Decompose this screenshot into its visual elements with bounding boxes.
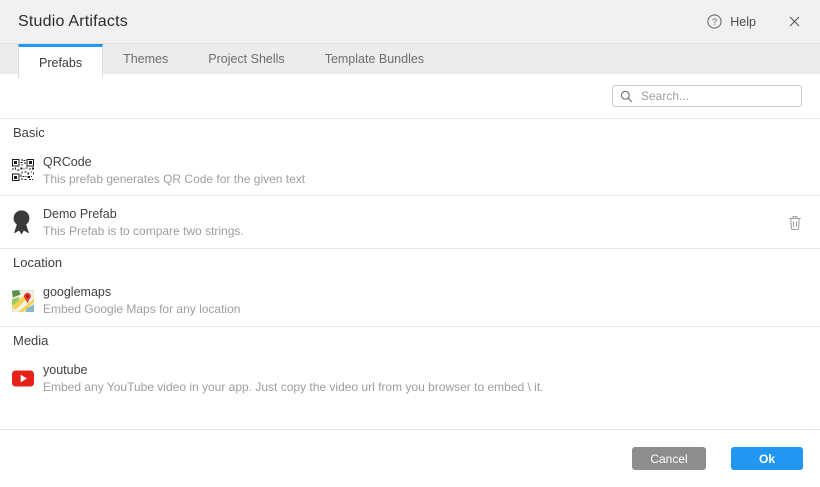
item-text: Demo Prefab This Prefab is to compare tw… <box>43 207 244 238</box>
help-button[interactable]: ? Help <box>707 14 756 29</box>
page-title: Studio Artifacts <box>18 12 128 30</box>
googlemaps-icon <box>12 289 36 312</box>
section-header-location: Location <box>13 254 63 270</box>
item-description: Embed Google Maps for any location <box>43 302 241 316</box>
qrcode-icon <box>12 159 36 181</box>
item-title: QRCode <box>43 154 92 169</box>
item-title: googlemaps <box>43 285 112 299</box>
section-header-media: Media <box>13 332 49 348</box>
item-title: youtube <box>43 362 88 377</box>
dialog-footer: Cancel Ok <box>0 429 820 487</box>
tab-bar: Prefabs Themes Project Shells Template B… <box>0 44 820 78</box>
item-description: This prefab generates QR Code for the gi… <box>43 171 306 186</box>
section-header-basic: Basic <box>13 124 45 140</box>
cancel-button[interactable]: Cancel <box>632 447 706 470</box>
ok-button[interactable]: Ok <box>731 447 803 470</box>
close-button[interactable] <box>786 14 802 30</box>
delete-prefab-button[interactable] <box>786 212 804 232</box>
item-text: youtube Embed any YouTube video in your … <box>43 363 544 394</box>
tab-prefabs[interactable]: Prefabs <box>18 44 104 78</box>
list-item-qrcode[interactable]: QRCode This prefab generates QR Code for… <box>0 145 820 195</box>
studio-artifacts-dialog: Studio Artifacts ? Help Prefabs Themes P… <box>0 0 820 487</box>
youtube-icon <box>12 370 36 387</box>
tab-themes[interactable]: Themes <box>103 44 188 74</box>
tab-template-bundles[interactable]: Template Bundles <box>305 44 444 74</box>
search-input[interactable] <box>639 88 794 104</box>
trash-icon <box>788 214 802 230</box>
search-box[interactable] <box>612 85 802 107</box>
item-text: googlemaps Embed Google Maps for any loc… <box>43 285 240 316</box>
list-item-demo-prefab[interactable]: Demo Prefab This Prefab is to compare tw… <box>0 196 820 248</box>
help-label: Help <box>730 14 756 29</box>
tab-project-shells[interactable]: Project Shells <box>188 44 304 74</box>
item-title: Demo Prefab <box>43 206 117 221</box>
item-text: QRCode This prefab generates QR Code for… <box>43 155 305 186</box>
ribbon-icon <box>12 209 36 236</box>
svg-text:?: ? <box>712 17 717 28</box>
list-item-youtube[interactable]: youtube Embed any YouTube video in your … <box>0 353 820 403</box>
item-description: Embed any YouTube video in your app. Jus… <box>43 379 544 394</box>
list-item-googlemaps[interactable]: googlemaps Embed Google Maps for any loc… <box>0 275 820 326</box>
prefabs-panel: Basic QRCode This prefab generates QR Co… <box>0 74 820 403</box>
search-row <box>0 74 820 119</box>
search-icon <box>620 90 633 103</box>
close-icon <box>789 16 800 27</box>
item-description: This Prefab is to compare two strings. <box>43 223 244 238</box>
help-icon: ? <box>707 14 722 29</box>
dialog-header: Studio Artifacts ? Help <box>0 0 820 44</box>
